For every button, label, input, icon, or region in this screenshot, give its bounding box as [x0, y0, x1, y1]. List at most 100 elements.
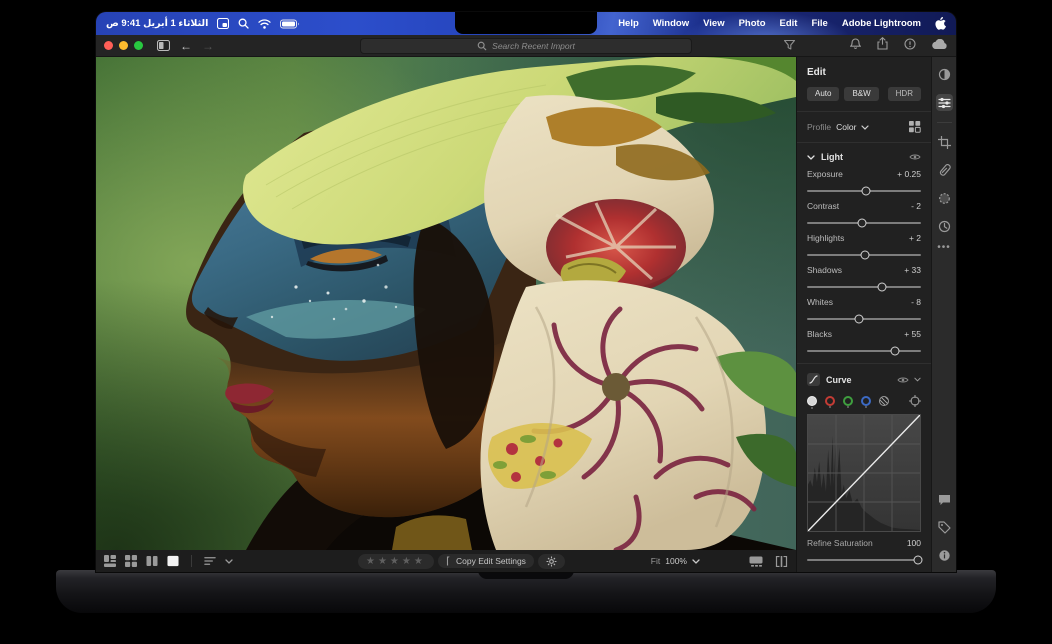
close-window-button[interactable] [104, 41, 113, 50]
menu-file[interactable]: File [811, 18, 827, 29]
share-icon[interactable] [877, 36, 888, 55]
curve-channel-red[interactable] [825, 396, 835, 408]
highlights-slider[interactable] [807, 250, 921, 260]
edit-settings-gear-button[interactable] [537, 553, 565, 569]
slider-value: + 55 [904, 329, 921, 339]
detail-view-icon[interactable] [167, 555, 179, 567]
comments-icon[interactable] [936, 491, 953, 508]
browse-profiles-icon[interactable] [909, 121, 921, 133]
curve-channel-green[interactable] [843, 396, 853, 408]
toolbar-right-icons [749, 555, 788, 567]
curve-channel-row [807, 393, 921, 414]
curve-section-header[interactable]: Curve [807, 364, 921, 393]
slider-label: Shadows [807, 265, 842, 275]
contrast-slider[interactable] [807, 218, 921, 228]
adjust-tool-icon[interactable] [936, 66, 953, 83]
light-visibility-eye-icon[interactable] [909, 153, 921, 161]
light-section-header[interactable]: Light [807, 143, 921, 169]
profile-label: Profile [807, 122, 832, 132]
copy-edit-settings-button[interactable]: Copy Edit Settings [448, 554, 534, 568]
crop-tool-icon[interactable] [936, 134, 953, 151]
refine-saturation-slider[interactable] [807, 555, 923, 565]
search-icon [477, 41, 487, 51]
light-section-title: Light [821, 152, 843, 162]
masking-tool-icon[interactable] [936, 190, 953, 207]
photo-grid-view-icon[interactable] [104, 555, 116, 567]
tone-curve-graph[interactable] [807, 414, 921, 532]
slider-label: Highlights [807, 233, 845, 243]
input-source-icon[interactable] [217, 18, 230, 29]
back-button[interactable]: ← [180, 40, 192, 52]
curve-targeted-adjust-icon[interactable] [909, 395, 921, 407]
star-rating[interactable]: ★★★★★ [358, 553, 434, 569]
sync-status-icon[interactable] [904, 37, 916, 55]
curve-collapse-chevron-icon[interactable] [914, 377, 921, 382]
camera-notch [455, 12, 597, 34]
menu-window[interactable]: Window [653, 18, 689, 29]
filter-icon[interactable] [783, 37, 796, 55]
slider-whites: Whites - 8 [807, 297, 921, 324]
spotlight-search-icon[interactable] [238, 18, 249, 29]
menu-view[interactable]: View [703, 18, 724, 29]
search-input[interactable]: Search Recent Import [360, 38, 692, 54]
keywords-tag-icon[interactable] [936, 519, 953, 536]
exposure-slider[interactable] [807, 186, 921, 196]
forward-button[interactable]: → [202, 40, 214, 52]
notifications-bell-icon[interactable] [849, 37, 862, 55]
slider-value: + 33 [904, 265, 921, 275]
blacks-slider[interactable] [807, 346, 921, 356]
square-grid-view-icon[interactable] [125, 555, 137, 567]
view-mode-group [104, 555, 233, 567]
compare-view-icon[interactable] [146, 555, 158, 567]
curve-channel-blue[interactable] [861, 396, 871, 408]
versions-history-icon[interactable] [936, 218, 953, 235]
bw-button[interactable]: B&W [844, 87, 879, 101]
zoom-window-button[interactable] [134, 41, 143, 50]
slider-label: Whites [807, 297, 833, 307]
zoom-control[interactable]: Fit 100% [651, 556, 700, 566]
slider-exposure: Exposure + 0.25 [807, 169, 921, 196]
gear-icon [546, 556, 557, 566]
slider-value: + 2 [908, 233, 921, 243]
edit-sliders-tool-icon[interactable] [935, 94, 953, 111]
shadows-slider[interactable] [807, 282, 921, 292]
clock-datetime[interactable]: الثلاثاء 1 أبريل 9:41 ص [106, 18, 208, 29]
curve-visibility-eye-icon[interactable] [897, 376, 909, 384]
curve-channel-all[interactable] [807, 396, 817, 409]
slider-value: - 8 [911, 297, 921, 307]
cloud-icon[interactable] [932, 37, 948, 55]
menu-app-name[interactable]: Adobe Lightroom [842, 18, 921, 29]
menu-help[interactable]: Help [618, 18, 639, 29]
profile-row[interactable]: Profile Color [807, 112, 921, 142]
edit-quick-actions: Auto B&W HDR [807, 87, 921, 101]
battery-icon[interactable] [280, 19, 300, 29]
photo-canvas: ★★★★★ Copy Edit Settings Fit 100% [96, 57, 796, 572]
minimize-window-button[interactable] [119, 41, 128, 50]
curve-channel-parametric[interactable] [879, 396, 889, 406]
wifi-icon[interactable] [258, 18, 271, 29]
slider-value: + 0.25 [897, 169, 921, 179]
macos-menubar: الثلاثاء 1 أبريل 9:41 ص Help Window View… [96, 12, 956, 35]
sort-chevron-icon[interactable] [225, 556, 233, 566]
refine-saturation-value: 100 [906, 538, 921, 548]
sidebar-toggle-icon[interactable] [157, 40, 170, 51]
info-icon[interactable] [936, 547, 953, 564]
edit-panel-title: Edit [807, 67, 826, 78]
whites-slider[interactable] [807, 314, 921, 324]
rail-divider [936, 122, 952, 123]
more-tools-icon[interactable]: ••• [937, 243, 951, 253]
menu-photo[interactable]: Photo [739, 18, 766, 29]
auto-button[interactable]: Auto [807, 87, 840, 101]
lightroom-body: ★★★★★ Copy Edit Settings Fit 100% Edit A… [96, 57, 956, 572]
filmstrip-toggle-icon[interactable] [749, 556, 763, 567]
before-after-icon[interactable] [775, 555, 788, 567]
profile-value: Color [836, 122, 857, 132]
tool-rail: ••• [931, 57, 956, 572]
apple-logo-icon[interactable] [935, 17, 946, 30]
sort-icon[interactable] [204, 555, 216, 567]
lightroom-titlebar: ← → Search Recent Import [96, 35, 956, 57]
slider-blacks: Blacks + 55 [807, 329, 921, 356]
menu-edit[interactable]: Edit [780, 18, 798, 29]
hdr-button[interactable]: HDR [887, 87, 921, 101]
healing-tool-icon[interactable] [936, 162, 953, 179]
